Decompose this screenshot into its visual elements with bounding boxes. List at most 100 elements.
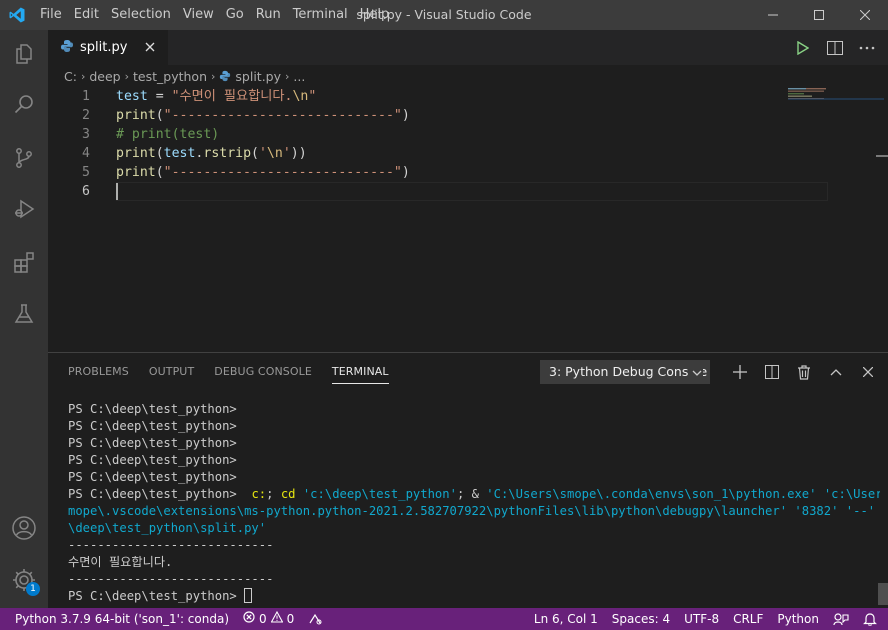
terminal-line: \deep\test_python\split.py' (68, 520, 880, 537)
maximize-button[interactable] (796, 0, 842, 30)
code-token: print (116, 165, 156, 180)
terminal-text: PS C:\deep\test_python> (68, 402, 237, 416)
warning-icon (270, 608, 284, 630)
editor-actions (794, 30, 876, 65)
encoding-selector[interactable]: UTF-8 (677, 608, 726, 630)
code-editor[interactable]: 1 test = "수면이 필요합니다.\n" 2 print("----------… (48, 87, 888, 352)
kill-terminal-trash-icon[interactable] (788, 360, 820, 384)
code-line[interactable]: 5 print("----------------------------") (48, 163, 828, 182)
python-file-icon (60, 38, 74, 57)
cursor-position[interactable]: Ln 6, Col 1 (527, 608, 605, 630)
panel-actions (724, 360, 884, 384)
terminal-text: 수면이 필요합니다. (68, 555, 173, 569)
tab-terminal[interactable]: TERMINAL (331, 353, 389, 391)
settings-update-badge: 1 (26, 582, 40, 596)
activity-bar: 1 (0, 30, 48, 608)
minimize-button[interactable] (750, 0, 796, 30)
run-python-file-icon[interactable] (794, 39, 812, 57)
code-line[interactable]: 6 (48, 182, 828, 201)
breadcrumb-drive[interactable]: C: (64, 69, 77, 84)
terminal-text: mope\.vscode\extensions\ms-python.python… (68, 504, 788, 518)
code-token: print (116, 108, 156, 123)
terminal-selector-dropdown[interactable]: 3: Python Debug Console (540, 360, 710, 384)
python-interpreter-selector[interactable]: Python 3.7.9 64-bit ('son_1': conda) (8, 608, 236, 630)
extensions-icon[interactable] (0, 238, 48, 286)
eol-selector[interactable]: CRLF (726, 608, 770, 630)
notifications-bell-icon[interactable] (856, 608, 884, 630)
tab-split-py[interactable]: split.py (48, 30, 168, 65)
code-token: "----------------------------" (163, 108, 402, 123)
code-token: ( (251, 146, 259, 161)
language-mode-selector[interactable]: Python (770, 608, 826, 630)
terminal-text: \deep\test_python\split.py' (68, 521, 267, 535)
chevron-right-icon: › (285, 69, 290, 83)
code-text: test = "수면이 필요합니다.\n" (116, 87, 316, 106)
account-icon[interactable] (0, 504, 48, 552)
line-number: 1 (82, 89, 90, 104)
line-number: 6 (82, 184, 90, 199)
live-share-icon[interactable] (301, 608, 329, 630)
terminal-output[interactable]: PS C:\deep\test_python> PS C:\deep\test_p… (68, 401, 880, 605)
more-actions-icon[interactable] (858, 39, 876, 57)
text-cursor (116, 183, 118, 200)
menu-selection[interactable]: Selection (105, 0, 177, 30)
terminal-text: 'c:\deep\test_python' (302, 487, 457, 501)
search-icon[interactable] (0, 80, 48, 128)
code-token: ' (258, 146, 267, 161)
menu-view[interactable]: View (177, 0, 220, 30)
terminal-line: PS C:\deep\test_python> (68, 418, 880, 435)
split-editor-icon[interactable] (826, 39, 844, 57)
terminal-text: 'C:\Users\smope\.conda\envs\son_1\python… (486, 487, 817, 501)
menu-help[interactable]: Help (354, 0, 396, 30)
close-panel-icon[interactable] (852, 360, 884, 384)
menu-terminal[interactable]: Terminal (287, 0, 354, 30)
code-line[interactable]: 3 # print(test) (48, 125, 828, 144)
breadcrumb-file[interactable]: split.py (235, 69, 281, 84)
close-tab-icon[interactable] (142, 39, 158, 55)
code-line[interactable]: 2 print("----------------------------") (48, 106, 828, 125)
breadcrumb-folder-deep[interactable]: deep (89, 69, 120, 84)
error-count: 0 (259, 612, 267, 626)
settings-gear-icon[interactable]: 1 (0, 556, 48, 604)
terminal-line: PS C:\deep\test_python> (68, 452, 880, 469)
tab-debug-console[interactable]: DEBUG CONSOLE (214, 353, 312, 391)
menu-run[interactable]: Run (250, 0, 287, 30)
run-debug-icon[interactable] (0, 185, 48, 233)
feedback-icon[interactable] (826, 608, 856, 630)
split-terminal-icon[interactable] (756, 360, 788, 384)
line-number: 5 (82, 165, 90, 180)
maximize-panel-chevron-up-icon[interactable] (820, 360, 852, 384)
code-line[interactable]: 1 test = "수면이 필요합니다.\n" (48, 87, 828, 106)
terminal-scrollbar[interactable] (878, 583, 888, 605)
testing-flask-icon[interactable] (0, 290, 48, 338)
menu-edit[interactable]: Edit (68, 0, 105, 30)
chevron-down-icon (688, 364, 703, 383)
terminal-text: 'c:\Users\s (823, 487, 880, 501)
code-token: ' (282, 146, 291, 161)
tab-label: split.py (80, 40, 128, 55)
breadcrumb-symbols[interactable]: ... (293, 69, 305, 84)
code-token: ( (155, 165, 164, 180)
menu-file[interactable]: File (34, 0, 68, 30)
tab-output[interactable]: OUTPUT (149, 353, 194, 391)
chevron-right-icon: › (80, 69, 86, 83)
code-text: print(test.rstrip('\n')) (116, 144, 307, 163)
source-control-icon[interactable] (0, 134, 48, 182)
terminal-line: ---------------------------- (68, 571, 880, 588)
menu-go[interactable]: Go (220, 0, 250, 30)
minimap[interactable] (788, 87, 888, 117)
code-token: print (116, 146, 156, 161)
terminal-line: PS C:\deep\test_python> (68, 469, 880, 486)
indentation-selector[interactable]: Spaces: 4 (605, 608, 677, 630)
breadcrumb-folder-test-python[interactable]: test_python (133, 69, 207, 84)
problems-indicator[interactable]: 0 0 (236, 608, 301, 630)
tab-problems[interactable]: PROBLEMS (68, 353, 129, 391)
close-window-button[interactable] (842, 0, 888, 30)
code-token: ( (155, 146, 164, 161)
explorer-icon[interactable] (0, 30, 48, 78)
code-line[interactable]: 4 print(test.rstrip('\n')) (48, 144, 828, 163)
code-token: \n (292, 89, 309, 104)
new-terminal-plus-icon[interactable] (724, 360, 756, 384)
terminal-text: PS C:\deep\test_python> (68, 419, 237, 433)
